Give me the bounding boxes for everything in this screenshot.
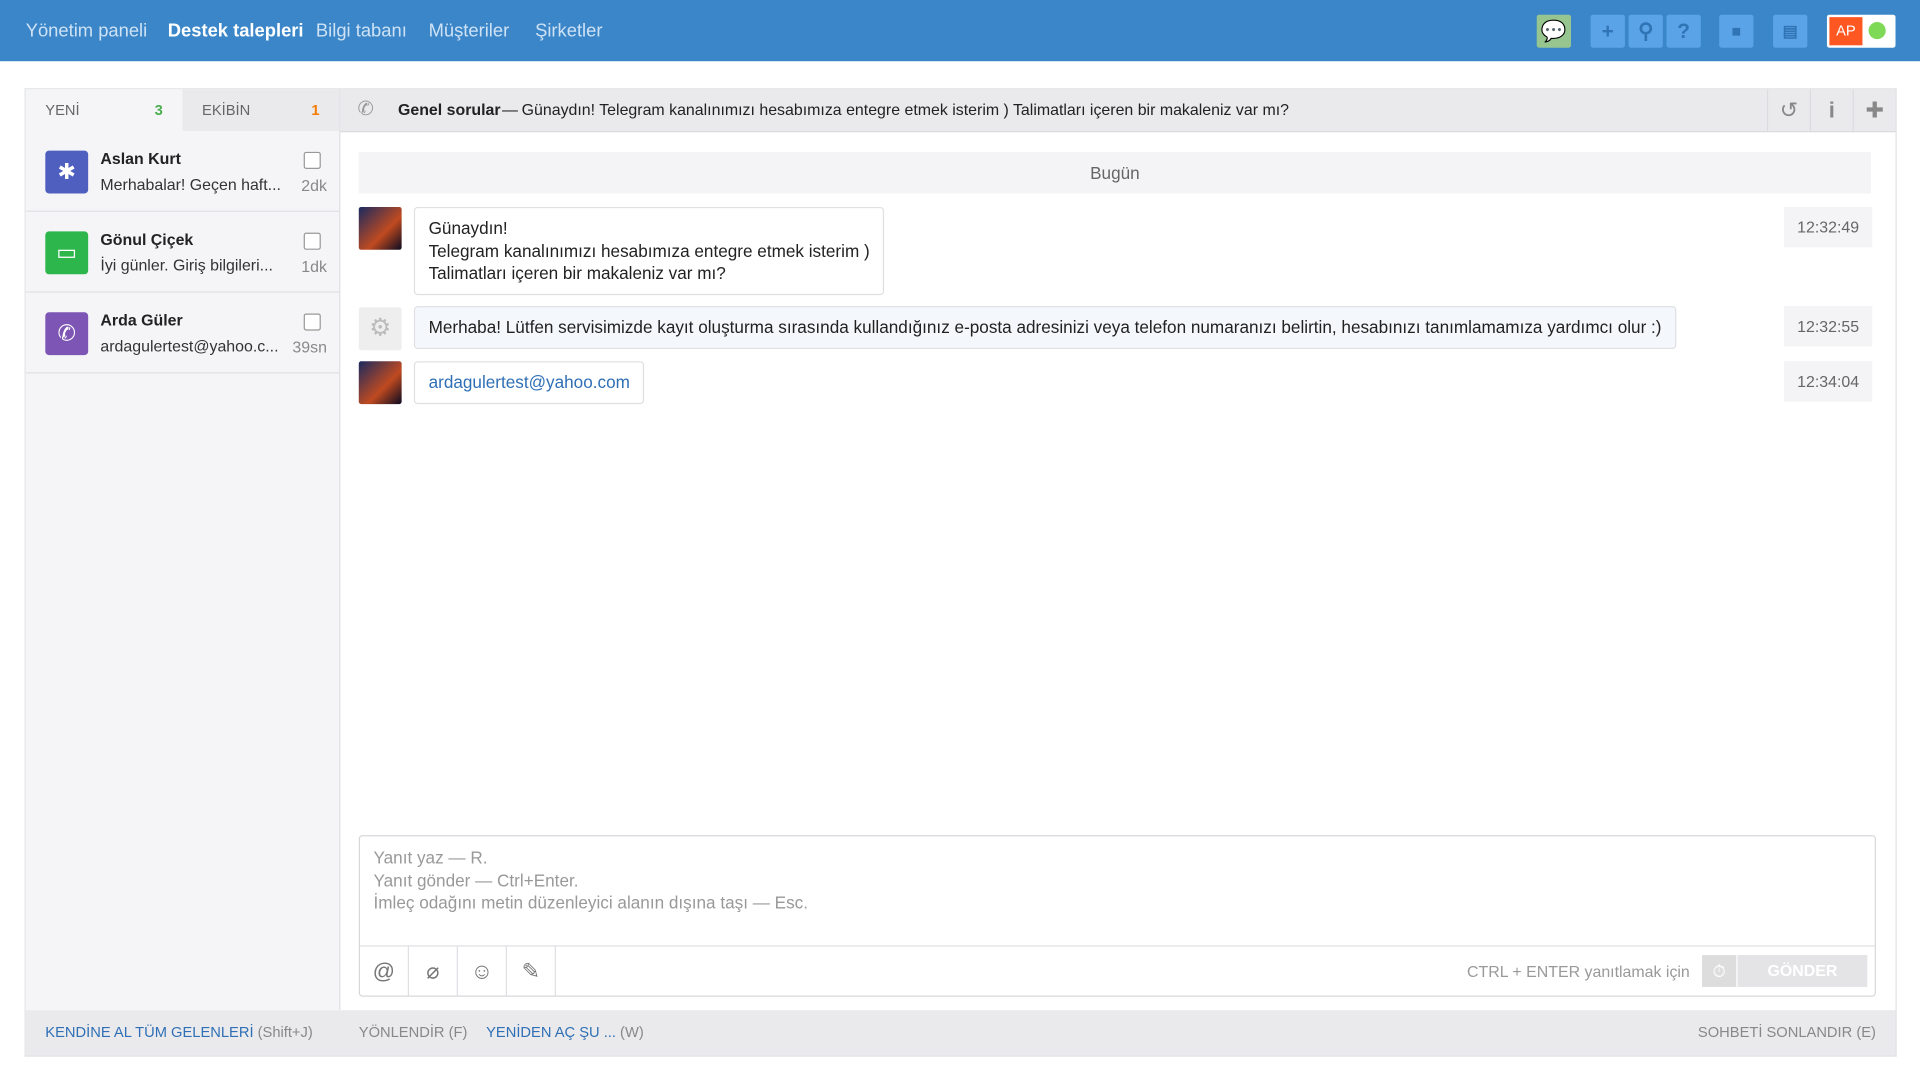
message-time: 12:32:49 <box>1784 206 1873 248</box>
nav-customers[interactable]: Müşteriler <box>429 21 510 42</box>
help-icon[interactable]: ? <box>1666 14 1701 48</box>
search-icon[interactable]: ⚲ <box>1628 14 1663 48</box>
message-preview: İyi günler. Giriş bilgileri... <box>100 255 273 275</box>
send-button[interactable]: GÖNDER <box>1737 955 1868 987</box>
viber-icon: ✆ <box>357 99 374 121</box>
puzzle-icon[interactable]: ✚ <box>1852 89 1896 132</box>
chat-header: ✆ Genel sorular — Günaydın! Telegram kan… <box>340 89 1896 133</box>
placeholder-line: Yanıt yaz — R. <box>373 847 488 867</box>
status-indicator <box>1868 22 1886 40</box>
reply-editor[interactable]: Yanıt yaz — R. Yanıt gönder — Ctrl+Enter… <box>358 835 1876 997</box>
list-item[interactable]: ✆ Arda Güler ardagulertest@yahoo.c... 39… <box>25 293 340 374</box>
take-all-label: KENDİNE AL TÜM GELENLERİ <box>45 1023 254 1041</box>
send-hint: CTRL + ENTER yanıtlamak için <box>1467 962 1690 981</box>
message-bubble: Günaydın! Telegram kanalınımızı hesabımı… <box>413 206 885 295</box>
chat-subject: Günaydın! Telegram kanalınımızı hesabımı… <box>521 100 1289 119</box>
email-link[interactable]: ardagulertest@yahoo.com <box>413 361 645 404</box>
keyboard-icon[interactable]: ▤ <box>1773 14 1808 48</box>
message-time: 12:34:04 <box>1784 361 1873 402</box>
list-item[interactable]: ▭ Gönul Çiçek İyi günler. Giriş bilgiler… <box>25 212 340 293</box>
reopen-button[interactable]: YENİDEN AÇ ŞU ... (W) <box>486 1010 644 1055</box>
message-time: 12:32:55 <box>1784 306 1873 347</box>
list-item[interactable]: ✱ Aslan Kurt Merhabalar! Geçen haft... 2… <box>25 131 340 212</box>
plus-icon[interactable]: + <box>1590 14 1625 48</box>
nav-tickets[interactable]: Destek talepleri <box>168 21 304 42</box>
emoji-icon[interactable]: ☺ <box>458 946 507 997</box>
contact-name: Arda Güler <box>100 311 183 330</box>
magic-wand-icon[interactable]: ✎ <box>507 946 556 997</box>
select-checkbox[interactable] <box>303 151 321 169</box>
history-icon[interactable]: ↺ <box>1766 89 1810 132</box>
message-preview: Merhabalar! Geçen haft... <box>100 175 281 194</box>
avatar <box>358 361 402 405</box>
tickets-panel: YENİ 3 EKİBİN 1 ✱ Aslan Kurt Merhabalar!… <box>24 88 1897 1057</box>
briefcase-icon[interactable]: ■ <box>1719 14 1754 48</box>
shortcut: (Shift+J) <box>257 1023 313 1041</box>
top-nav-bar: Yönetim paneli Destek talepleri Bilgi ta… <box>0 0 1920 62</box>
contact-name: Aslan Kurt <box>100 149 181 168</box>
message-line: Telegram kanalınımızı hesabımıza entegre… <box>428 240 870 261</box>
tab-new[interactable]: YENİ 3 <box>25 89 183 132</box>
timer-icon[interactable]: ⏱ <box>1702 955 1737 987</box>
time-ago: 39sn <box>292 337 327 357</box>
message-bubble: Merhaba! Lütfen servisimizde kayıt oluşt… <box>413 306 1677 349</box>
placeholder-line: Yanıt gönder — Ctrl+Enter. <box>373 870 579 890</box>
user-menu[interactable]: AP <box>1826 14 1896 48</box>
tab-count: 1 <box>311 101 320 119</box>
placeholder-line: İmleç odağını metin düzenleyici alanın d… <box>373 892 808 913</box>
nav-companies[interactable]: Şirketler <box>535 21 602 42</box>
gear-icon: ⚙ <box>358 307 402 351</box>
forward-button[interactable]: YÖNLENDİR (F) <box>359 1010 468 1055</box>
nav-dashboard[interactable]: Yönetim paneli <box>26 21 148 42</box>
viber-icon: ✆ <box>45 312 89 356</box>
contact-name: Gönul Çiçek <box>100 230 194 249</box>
time-ago: 2dk <box>301 176 327 195</box>
day-separator: Bugün <box>358 151 1872 194</box>
select-checkbox[interactable] <box>303 313 321 331</box>
select-checkbox[interactable] <box>303 232 321 250</box>
avatar: AP <box>1829 17 1863 46</box>
message-preview: ardagulertest@yahoo.c... <box>100 336 279 356</box>
message-line: Günaydın! <box>428 217 508 238</box>
mention-icon[interactable]: @ <box>360 946 409 997</box>
editor-placeholder: Yanıt yaz — R. Yanıt gönder — Ctrl+Enter… <box>373 846 808 914</box>
attachment-icon[interactable]: ⌀ <box>409 946 458 997</box>
chat-icon[interactable]: 💬 <box>1536 14 1572 48</box>
shortcut: (W) <box>620 1023 644 1041</box>
avatar <box>358 206 402 250</box>
tab-count: 3 <box>154 101 163 119</box>
time-ago: 1dk <box>301 257 327 276</box>
info-icon[interactable]: i <box>1809 89 1853 132</box>
nav-knowledge-base[interactable]: Bilgi tabanı <box>316 21 407 42</box>
line-icon: ▭ <box>45 231 89 275</box>
tab-label: EKİBİN <box>202 101 251 119</box>
reopen-label: YENİDEN AÇ ŞU ... <box>486 1023 616 1041</box>
editor-toolbar: @ ⌀ ☺ ✎ CTRL + ENTER yanıtlamak için ⏱ G… <box>360 945 1875 997</box>
end-chat-button[interactable]: SOHBETİ SONLANDIR (E) <box>1698 1010 1876 1055</box>
message-line: Talimatları içeren bir makaleniz var mı? <box>428 263 726 283</box>
take-all-button[interactable]: KENDİNE AL TÜM GELENLERİ (Shift+J) <box>45 1010 312 1055</box>
tab-team[interactable]: EKİBİN 1 <box>182 89 340 132</box>
slack-icon: ✱ <box>45 150 89 194</box>
chat-topic: Genel sorular <box>397 100 501 119</box>
action-footer: KENDİNE AL TÜM GELENLERİ (Shift+J) YÖNLE… <box>25 1010 1896 1056</box>
tab-label: YENİ <box>45 101 80 119</box>
conversation-list: YENİ 3 EKİBİN 1 ✱ Aslan Kurt Merhabalar!… <box>25 89 341 1011</box>
separator: — <box>502 100 518 119</box>
